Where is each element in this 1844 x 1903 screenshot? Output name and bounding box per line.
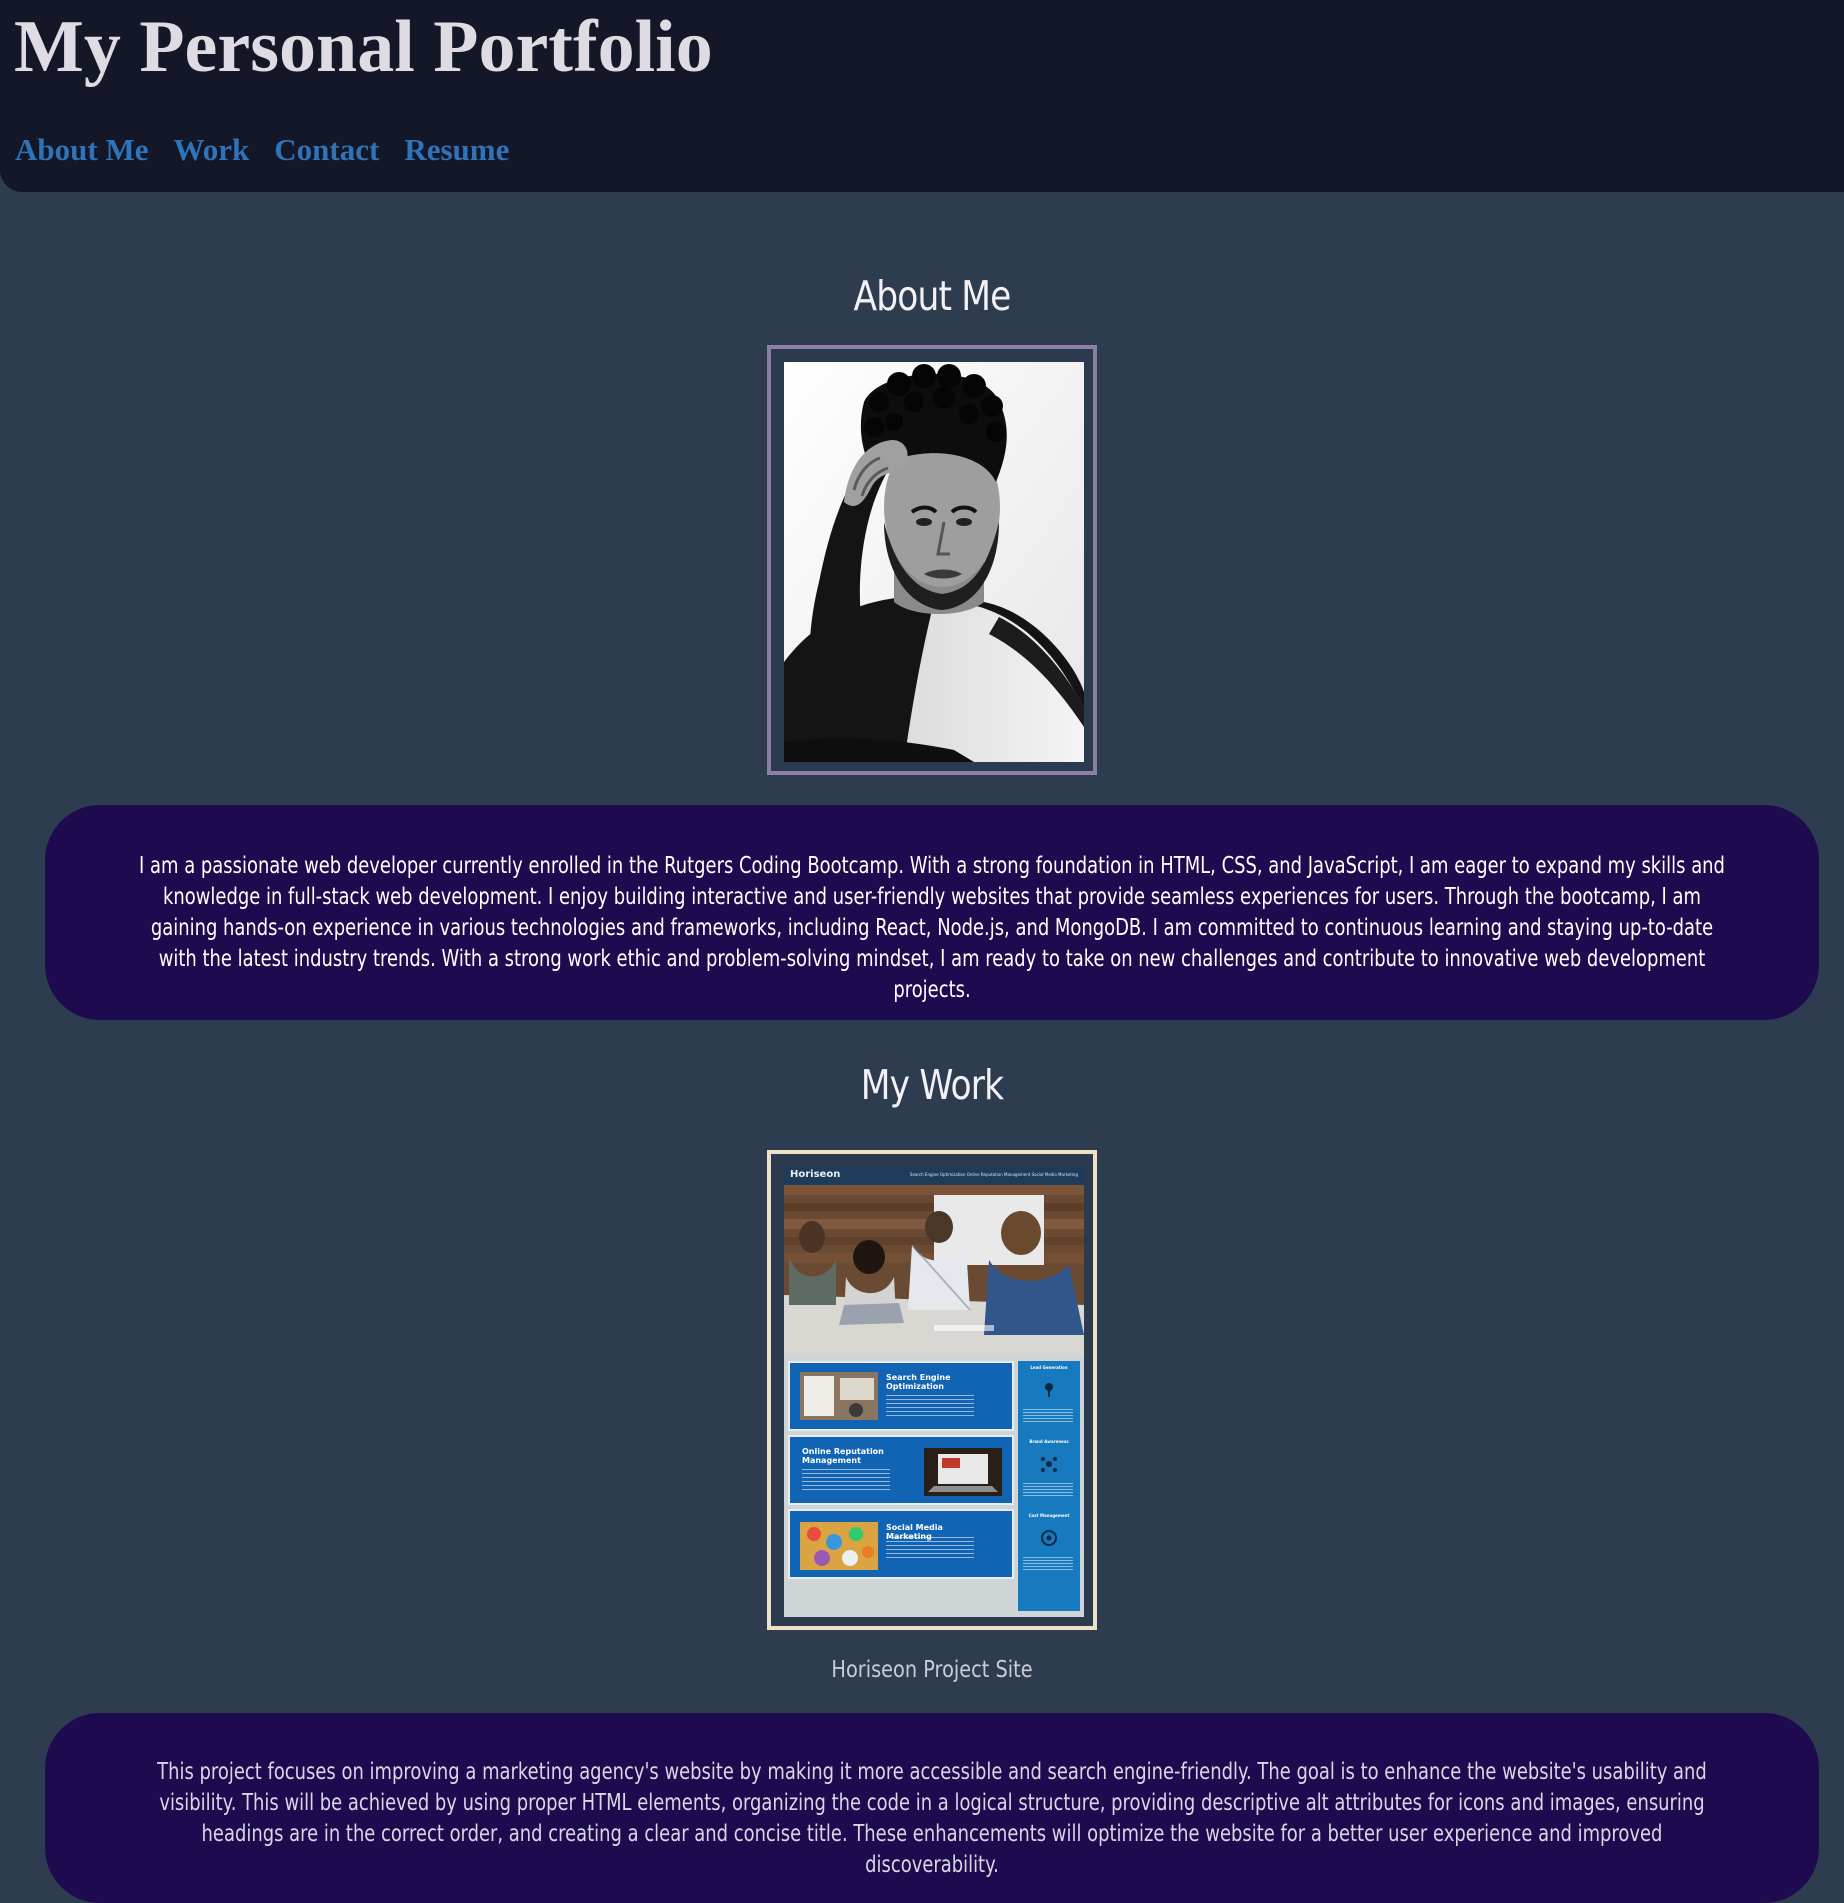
main-nav: About Me Work Contact Resume [15, 130, 509, 170]
site-header: My Personal Portfolio About Me Work Cont… [0, 0, 1844, 192]
seo-card-text [886, 1395, 974, 1419]
site-title: My Personal Portfolio [14, 6, 713, 88]
nav-link-contact[interactable]: Contact [274, 130, 379, 170]
screenshot-hero-image [784, 1185, 1084, 1355]
screenshot-header: Horiseon Search Engine Optimization Onli… [784, 1167, 1084, 1185]
benefit-cost-management-title: Cost Management [1028, 1513, 1070, 1518]
screenshot-benefits-column: Lead Generation Brand Awareness Cost Man… [1018, 1361, 1080, 1611]
orm-card-text [802, 1469, 890, 1493]
nav-link-work[interactable]: Work [173, 130, 249, 170]
orm-thumbnail [924, 1448, 1002, 1496]
benefit-lead-generation-text [1023, 1409, 1073, 1423]
screenshot-card-smm: Social Media Marketing [788, 1509, 1014, 1579]
benefit-lead-generation-title: Lead Generation [1030, 1365, 1068, 1370]
cost-management-icon [1041, 1530, 1057, 1546]
benefit-brand-awareness-title: Brand Awareness [1029, 1439, 1069, 1444]
smm-card-text [886, 1537, 974, 1561]
screenshot-nav: Search Engine Optimization Online Reputa… [909, 1172, 1078, 1177]
screenshot-brand: Horiseon [790, 1169, 841, 1180]
lead-generation-icon [1045, 1383, 1053, 1397]
project-description-text: This project focuses on improving a mark… [157, 1759, 1707, 1878]
profile-photo [784, 362, 1084, 762]
work-heading: My Work [860, 1061, 1004, 1109]
benefit-cost-management-text [1023, 1557, 1073, 1571]
profile-photo-frame [767, 345, 1097, 775]
nav-link-resume[interactable]: Resume [404, 130, 509, 170]
about-heading: About Me [853, 272, 1012, 320]
project-description-panel: This project focuses on improving a mark… [45, 1713, 1819, 1903]
benefit-brand-awareness-text [1023, 1483, 1073, 1497]
smm-thumbnail [800, 1522, 878, 1570]
nav-link-about-me[interactable]: About Me [15, 130, 148, 170]
seo-card-title: Search Engine Optimization [886, 1373, 951, 1391]
screenshot-card-orm: Online Reputation Management [788, 1435, 1014, 1505]
about-bio-text: I am a passionate web developer currentl… [139, 853, 1725, 1003]
orm-card-title: Online Reputation Management [802, 1447, 884, 1465]
screenshot-card-seo: Search Engine Optimization [788, 1361, 1014, 1431]
profile-photo-image [784, 362, 1084, 762]
seo-thumbnail [800, 1372, 878, 1420]
brand-awareness-icon [1041, 1457, 1057, 1472]
about-bio-panel: I am a passionate web developer currentl… [45, 805, 1819, 1020]
project-caption: Horiseon Project Site [831, 1657, 1033, 1683]
project-screenshot: Horiseon Search Engine Optimization Onli… [784, 1167, 1084, 1617]
horiseon-project-link[interactable]: Horiseon Search Engine Optimization Onli… [767, 1150, 1097, 1630]
